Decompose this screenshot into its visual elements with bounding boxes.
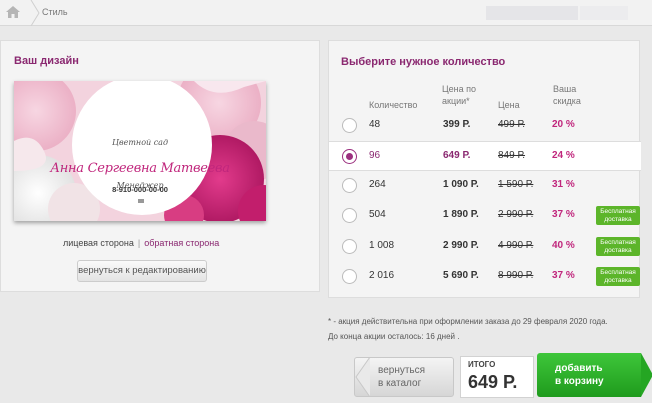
- quantity-radio[interactable]: [342, 239, 357, 254]
- row-quantity: 2 016: [369, 270, 395, 281]
- blurred-element: [580, 6, 628, 20]
- quantity-row[interactable]: 2 016 5 690 Р. 8 990 Р. 37 % Бесплатная дост…: [329, 262, 641, 292]
- row-discount: 40 %: [552, 240, 575, 251]
- arrow-right-icon: [641, 353, 652, 397]
- add-to-cart-button[interactable]: добавить в корзину: [537, 353, 652, 397]
- cart-line1: добавить: [555, 363, 603, 374]
- card-floral-background: [14, 81, 266, 221]
- arrow-left-icon: [355, 357, 371, 397]
- quantity-row[interactable]: 1 008 2 990 Р. 4 990 Р. 40 % Бесплатная дост…: [329, 232, 641, 262]
- promo-note-line1: * - акция действительна при оформлении з…: [328, 317, 608, 326]
- add-to-cart-label: добавить в корзину: [555, 362, 604, 388]
- free-delivery-badge: Бесплатная доставка: [596, 206, 640, 225]
- row-discount: 20 %: [552, 119, 575, 130]
- row-discount: 37 %: [552, 209, 575, 220]
- side-separator: |: [137, 238, 141, 248]
- row-quantity: 264: [369, 179, 386, 190]
- row-promo-price: 649 Р.: [443, 150, 471, 161]
- quantity-row[interactable]: 264 1 090 Р. 1 590 Р. 31 %: [329, 171, 641, 201]
- row-quantity: 48: [369, 119, 381, 130]
- promo-note: * - акция действительна при оформлении з…: [328, 314, 608, 344]
- row-promo-price: 5 690 Р.: [443, 270, 479, 281]
- header-discount-line1: Ваша: [553, 84, 577, 94]
- header-quantity: Количество: [369, 100, 418, 110]
- quantity-radio[interactable]: [342, 149, 357, 164]
- total-label: ИТОГО: [468, 360, 496, 369]
- quantity-row[interactable]: 504 1 890 Р. 2 990 Р. 37 % Бесплатная достав…: [329, 201, 641, 231]
- row-discount: 31 %: [552, 179, 575, 190]
- row-old-price: 2 990 Р.: [498, 209, 534, 220]
- back-to-edit-button[interactable]: вернуться к редактированию: [77, 260, 207, 282]
- row-promo-price: 1 090 Р.: [443, 179, 479, 190]
- card-phone: 8-910-000-00-00: [112, 185, 168, 194]
- breadcrumb: Стиль: [0, 0, 652, 26]
- row-quantity: 504: [369, 209, 386, 220]
- quantity-radio[interactable]: [342, 118, 357, 133]
- design-panel: Ваш дизайн Цветной сад Анна Сергеевна Ма…: [0, 40, 320, 292]
- front-side-label[interactable]: лицевая сторона: [63, 238, 134, 248]
- row-old-price: 4 990 Р.: [498, 240, 534, 251]
- quantity-row[interactable]: 48 399 Р. 499 Р. 20 %: [329, 111, 641, 141]
- row-old-price: 849 Р.: [498, 150, 526, 161]
- blurred-element: [486, 6, 578, 20]
- card-company: Цветной сад: [111, 138, 169, 147]
- back-to-catalog-label: вернуться в каталог: [378, 364, 425, 390]
- header-price: Цена: [498, 100, 520, 110]
- free-delivery-badge: Бесплатная доставка: [596, 267, 640, 286]
- card-person-name: Анна Сергеевна Матвеева: [50, 161, 230, 176]
- cart-line2: в корзину: [555, 376, 604, 387]
- back-line2: в каталог: [378, 378, 422, 389]
- business-card-preview: Цветной сад Анна Сергеевна Матвеева Мене…: [14, 81, 266, 221]
- quantity-radio[interactable]: [342, 178, 357, 193]
- row-discount: 37 %: [552, 270, 575, 281]
- free-delivery-badge: Бесплатная доставка: [596, 237, 640, 256]
- quantity-title: Выберите нужное количество: [341, 56, 506, 68]
- row-promo-price: 1 890 Р.: [443, 209, 479, 220]
- quantity-row[interactable]: 96 649 Р. 849 Р. 24 %: [329, 141, 641, 171]
- home-icon[interactable]: [6, 6, 20, 18]
- back-to-catalog-button[interactable]: вернуться в каталог: [354, 357, 454, 397]
- row-old-price: 8 990 Р.: [498, 270, 534, 281]
- back-side-link[interactable]: обратная сторона: [144, 238, 219, 248]
- total-value: 649 Р.: [468, 372, 518, 392]
- row-quantity: 96: [369, 150, 381, 161]
- promo-note-line2: До конца акции осталось: 16 дней .: [328, 332, 460, 341]
- header-promo-price: Цена по акции*: [442, 83, 476, 107]
- card-side-switch: лицевая сторона | обратная сторона: [63, 238, 219, 248]
- row-discount: 24 %: [552, 150, 575, 161]
- total-box: ИТОГО 649 Р.: [460, 356, 534, 398]
- quantity-radio[interactable]: [342, 208, 357, 223]
- breadcrumb-separator: [30, 0, 40, 26]
- breadcrumb-current: Стиль: [42, 7, 68, 17]
- row-old-price: 499 Р.: [498, 119, 526, 130]
- quantity-radio[interactable]: [342, 269, 357, 284]
- header-promo-line2: акции*: [442, 96, 470, 106]
- header-promo-line1: Цена по: [442, 84, 477, 94]
- back-line1: вернуться: [378, 365, 426, 376]
- header-discount-line2: скидка: [553, 96, 581, 106]
- row-promo-price: 399 Р.: [443, 119, 471, 130]
- quantity-panel: Выберите нужное количество Количество Це…: [328, 40, 641, 298]
- row-promo-price: 2 990 Р.: [443, 240, 479, 251]
- design-title: Ваш дизайн: [14, 55, 79, 67]
- header-discount: Ваша скидка: [553, 83, 581, 107]
- row-quantity: 1 008: [369, 240, 395, 251]
- row-old-price: 1 590 Р.: [498, 179, 534, 190]
